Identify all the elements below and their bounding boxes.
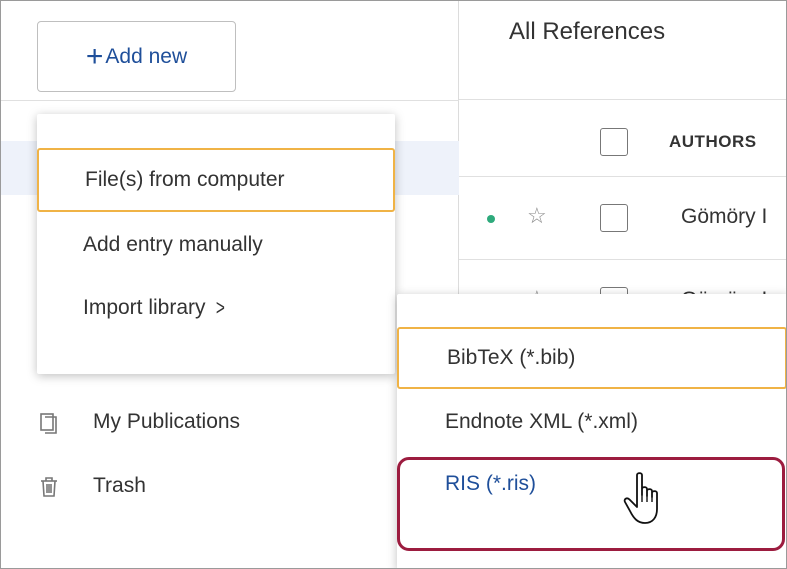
page-title: All References: [509, 18, 666, 45]
ris-callout-outline: [397, 457, 785, 551]
sidebar-item-trash[interactable]: Trash: [39, 474, 146, 498]
add-new-button[interactable]: + Add new: [37, 21, 236, 92]
row-author: Gömöry I: [681, 205, 768, 228]
sidebar-item-my-publications[interactable]: My Publications: [39, 410, 240, 434]
submenu-item-bibtex[interactable]: BibTeX (*.bib): [397, 327, 786, 389]
status-dot: [487, 215, 495, 223]
table-header: AUTHORS: [459, 99, 786, 177]
row-checkbox[interactable]: [600, 204, 628, 232]
sidebar-item-label: My Publications: [93, 410, 241, 433]
menu-item-label: Import library: [83, 296, 206, 319]
menu-item-files-from-computer[interactable]: File(s) from computer: [37, 148, 395, 212]
add-new-label: Add new: [105, 44, 188, 68]
hand-pointer-cursor-icon: [623, 472, 658, 524]
submenu-item-label: Endnote XML (*.xml): [445, 410, 638, 433]
import-library-submenu: BibTeX (*.bib) Endnote XML (*.xml) RIS (…: [397, 294, 786, 568]
app-window: + Add new My Publications Trash All Refe…: [0, 0, 787, 569]
submenu-item-label: BibTeX (*.bib): [447, 346, 576, 369]
sidebar-item-label: Trash: [93, 474, 146, 497]
publications-icon: [39, 412, 59, 434]
table-row[interactable]: ☆ Gömöry I: [459, 177, 786, 260]
trash-icon: [39, 476, 59, 497]
menu-item-label: Add entry manually: [83, 233, 263, 256]
menu-item-import-library[interactable]: Import library >: [37, 276, 395, 340]
chevron-right-icon: >: [215, 295, 225, 320]
add-new-menu: File(s) from computer Add entry manually…: [37, 114, 395, 374]
plus-icon: +: [85, 39, 104, 73]
menu-item-label: File(s) from computer: [85, 168, 285, 191]
submenu-item-endnote-xml[interactable]: Endnote XML (*.xml): [397, 391, 786, 453]
star-icon[interactable]: ☆: [527, 205, 547, 227]
column-header-authors[interactable]: AUTHORS: [669, 132, 757, 152]
sidebar-header: + Add new: [1, 1, 459, 101]
select-all-checkbox[interactable]: [600, 128, 628, 156]
menu-item-add-entry-manually[interactable]: Add entry manually: [37, 213, 395, 277]
